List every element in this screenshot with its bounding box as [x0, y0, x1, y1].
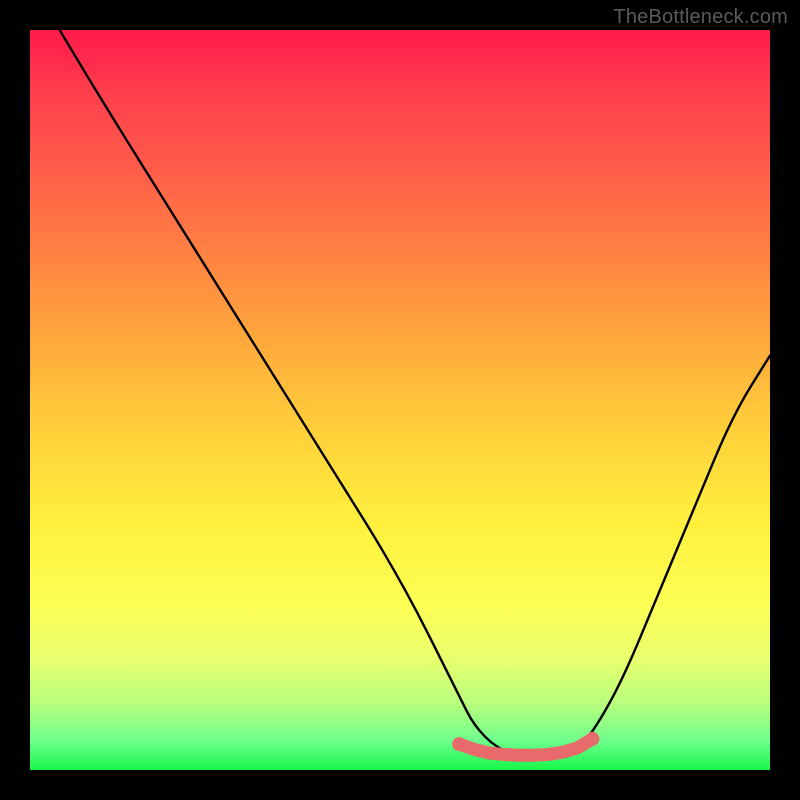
curve-path [60, 30, 770, 755]
low-band-endpoint [452, 737, 466, 751]
chart-frame: TheBottleneck.com [0, 0, 800, 800]
series-bottleneck-curve [60, 30, 770, 755]
series-low-bottleneck-band [452, 732, 599, 755]
low-band-endpoint [585, 732, 599, 746]
plot-area [30, 30, 770, 770]
curve-layer [30, 30, 770, 770]
low-band-path [459, 739, 592, 755]
watermark-text: TheBottleneck.com [613, 6, 788, 29]
